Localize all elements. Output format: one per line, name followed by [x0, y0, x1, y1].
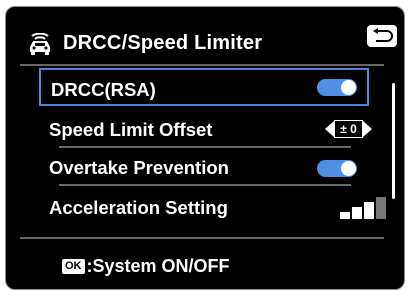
drcc-toggle[interactable]: [317, 79, 357, 96]
header-divider: [20, 64, 384, 66]
level-bar: [352, 207, 362, 219]
increase-arrow-icon[interactable]: [363, 121, 372, 137]
menu-item-label: DRCC(RSA): [51, 79, 156, 100]
car-radar-icon: [30, 33, 50, 55]
menu-item-acceleration-setting[interactable]: Acceleration Setting: [39, 188, 386, 226]
menu-item-speed-limit-offset[interactable]: Speed Limit Offset ± 0: [39, 110, 372, 148]
footer-hint: OK:System ON/OFF: [62, 256, 230, 277]
back-button[interactable]: [367, 25, 397, 47]
speed-offset-stepper[interactable]: ± 0: [325, 120, 372, 138]
level-bar: [340, 212, 350, 219]
menu-item-overtake-prevention[interactable]: Overtake Prevention: [39, 148, 369, 186]
menu-item-label: Speed Limit Offset: [49, 119, 213, 140]
footer-divider: [20, 237, 384, 239]
toggle-knob: [341, 80, 356, 95]
menu-item-drcc[interactable]: DRCC(RSA): [39, 68, 369, 106]
footer-text: :System ON/OFF: [86, 256, 230, 276]
level-bar-empty: [376, 197, 386, 219]
ok-button-icon: OK: [62, 259, 85, 274]
overtake-prevention-toggle[interactable]: [317, 160, 357, 177]
scrollbar[interactable]: [392, 83, 395, 199]
decrease-arrow-icon[interactable]: [325, 121, 334, 137]
acceleration-level-icon: [340, 197, 388, 219]
row-divider: [59, 184, 351, 186]
menu-item-label: Overtake Prevention: [49, 157, 229, 178]
level-bar: [364, 202, 374, 219]
display-screen: DRCC/Speed Limiter DRCC(RSA) Speed Limit…: [5, 6, 405, 290]
toggle-knob: [341, 161, 356, 176]
header: DRCC/Speed Limiter: [6, 7, 404, 66]
menu-item-label: Acceleration Setting: [49, 197, 228, 218]
speed-offset-value: ± 0: [334, 120, 363, 138]
return-icon: [373, 28, 393, 42]
page-title: DRCC/Speed Limiter: [63, 32, 263, 54]
